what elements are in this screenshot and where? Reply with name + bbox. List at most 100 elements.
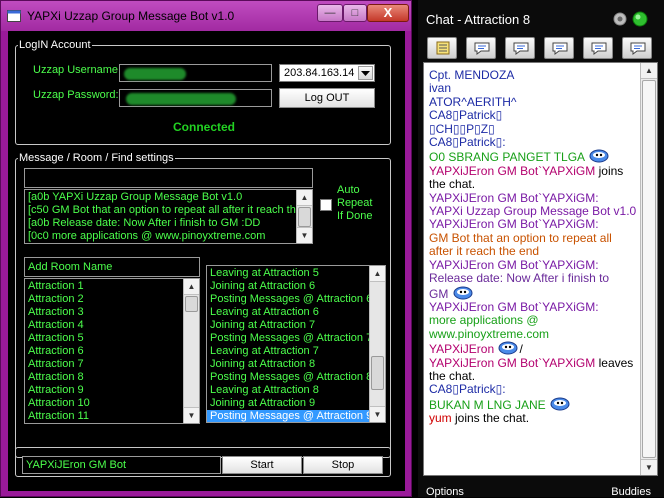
scroll-up-icon[interactable]: ▲	[641, 63, 657, 79]
room-list-scrollbar[interactable]: ▲ ▼	[183, 279, 199, 423]
chat-text: the chat.	[429, 368, 476, 383]
chat-line: YAPXiJEron GM Bot`YAPXiGM:	[429, 258, 639, 272]
room-list-item[interactable]: Attraction 9	[25, 384, 199, 397]
room-list-item[interactable]: Attraction 3	[25, 306, 199, 319]
room-list-item[interactable]: Attraction 2	[25, 293, 199, 306]
log-list-item[interactable]: Joining at Attraction 9	[207, 397, 385, 410]
minimize-button[interactable]: —	[317, 4, 343, 22]
log-list-item[interactable]: Joining at Attraction 6	[207, 280, 385, 293]
maximize-button[interactable]: □	[343, 4, 367, 22]
buddies-menu[interactable]: Buddies	[611, 486, 651, 498]
chat-line: ivan	[429, 82, 639, 95]
room-list-item[interactable]: Attraction 1	[25, 280, 199, 293]
message-list[interactable]: [a0b YAPXi Uzzap Group Message Bot v1.0[…	[24, 189, 313, 244]
options-menu[interactable]: Options	[426, 486, 464, 498]
log-list-item[interactable]: Joining at Attraction 7	[207, 319, 385, 332]
message-list-item[interactable]: [0c0 more applications @ www.pinoyxtreme…	[25, 230, 312, 243]
log-list-item[interactable]: Posting Messages @ Attraction 6	[207, 293, 385, 306]
auto-repeat-checkbox[interactable]	[320, 199, 332, 211]
password-label: Uzzap Password:	[33, 89, 119, 101]
scroll-up-icon[interactable]: ▲	[370, 266, 385, 282]
room-list-item[interactable]: Attraction 8	[25, 371, 199, 384]
toolbar-button[interactable]	[622, 37, 652, 59]
server-select[interactable]: 203.84.163.14	[279, 64, 375, 82]
chat-text: ivan	[429, 81, 452, 96]
chat-text: BUKAN M LNG JANE	[429, 397, 546, 412]
toolbar-button[interactable]	[466, 37, 496, 59]
stop-button[interactable]: Stop	[303, 456, 383, 474]
log-list-item[interactable]: Leaving at Attraction 7	[207, 345, 385, 358]
chat-text: GM Bot that an option to repeat all	[429, 230, 612, 245]
bot-name-field[interactable]: YAPXiJEron GM Bot	[22, 456, 221, 474]
start-button[interactable]: Start	[222, 456, 302, 474]
title-bar[interactable]: YAPXi Uzzap Group Message Bot v1.0 — □ X	[1, 1, 411, 31]
toolbar-button[interactable]	[505, 37, 535, 59]
redacted-username	[124, 68, 186, 80]
chat-log[interactable]: Cpt. MENDOZA ivan ATOR^AERITH^ CA8▯Patrick▯…	[423, 62, 658, 476]
chevron-down-icon[interactable]	[358, 66, 373, 80]
chat-line: after it reach the end	[429, 245, 639, 258]
log-list-item[interactable]: Leaving at Attraction 5	[207, 267, 385, 280]
log-list-item[interactable]: Posting Messages @ Attraction 9	[207, 410, 385, 422]
scroll-up-icon[interactable]: ▲	[297, 190, 312, 206]
log-list-item[interactable]: Leaving at Attraction 6	[207, 306, 385, 319]
scroll-down-icon[interactable]: ▼	[184, 407, 199, 423]
room-list-item[interactable]: Attraction 10	[25, 397, 199, 410]
chat-scrollbar[interactable]: ▲ ▼	[640, 63, 657, 475]
chat-text: YAPXiJEron GM Bot`YAPXiGM:	[429, 217, 599, 232]
speech-bubble-icon	[630, 42, 646, 55]
scroll-thumb[interactable]	[185, 296, 198, 312]
message-list-scrollbar[interactable]: ▲ ▼	[296, 190, 312, 243]
room-list-item[interactable]: Attraction 11	[25, 410, 199, 423]
scroll-down-icon[interactable]: ▼	[297, 227, 312, 243]
scroll-down-icon[interactable]: ▼	[641, 459, 657, 475]
activity-log-scrollbar[interactable]: ▲ ▼	[369, 266, 385, 422]
chat-suffix: joins the chat.	[451, 411, 530, 426]
chat-line: the chat.	[429, 368, 639, 383]
chat-text: www.pinoyxtreme.com	[429, 326, 550, 341]
chat-text: YAPXiJEron GM Bot`YAPXiGM:	[429, 299, 599, 314]
chat-line: O0 SBRANG PANGET TLGA	[429, 149, 639, 164]
chat-line: CA8▯Patrick▯:	[429, 383, 639, 396]
message-list-item[interactable]: [a0b Release date: Now After i finish to…	[25, 217, 312, 230]
scroll-thumb[interactable]	[371, 356, 384, 390]
activity-log[interactable]: Leaving at Attraction 5 Joining at Attrac…	[206, 265, 386, 423]
emoticon-icon	[453, 286, 473, 299]
chat-line: GM Bot that an option to repeat all	[429, 230, 639, 245]
logout-button[interactable]: Log OUT	[279, 88, 375, 108]
toolbar-button[interactable]	[583, 37, 613, 59]
username-field[interactable]	[119, 64, 272, 82]
chat-text: the chat.	[429, 177, 476, 192]
room-list-item[interactable]: Attraction 6	[25, 345, 199, 358]
room-list[interactable]: Attraction 1 Attraction 2 Attraction 3 Attr…	[24, 278, 200, 424]
speech-bubble-icon	[474, 42, 490, 55]
scroll-up-icon[interactable]: ▲	[184, 279, 199, 295]
password-field[interactable]	[119, 89, 272, 107]
add-room-input[interactable]: Add Room Name	[24, 257, 200, 277]
login-legend: LogIN Account	[19, 39, 91, 51]
redacted-password	[126, 93, 236, 105]
scroll-thumb[interactable]	[298, 207, 311, 227]
scroll-thumb[interactable]	[642, 80, 656, 458]
log-list-item[interactable]: Posting Messages @ Attraction 8	[207, 371, 385, 384]
chat-text: CA8▯Patrick▯:	[429, 382, 506, 397]
chat-line: more applications @	[429, 314, 639, 327]
close-button[interactable]: X	[367, 4, 409, 22]
message-list-item[interactable]: [c50 GM Bot that an option to repeat all…	[25, 204, 312, 217]
chat-text: YAPXiJEron GM Bot`YAPXiGM:	[429, 190, 599, 205]
auto-repeat-label: Auto Repeat If Done	[337, 184, 373, 222]
message-list-item[interactable]: [a0b YAPXi Uzzap Group Message Bot v1.0	[25, 191, 312, 204]
room-list-item[interactable]: Attraction 5	[25, 332, 199, 345]
chat-suffix: /	[519, 342, 523, 357]
chat-line: GM	[429, 286, 639, 301]
log-list-item[interactable]: Leaving at Attraction 8	[207, 384, 385, 397]
scroll-down-icon[interactable]: ▼	[370, 406, 385, 422]
toolbar-button[interactable]	[544, 37, 574, 59]
toolbar-button[interactable]	[427, 37, 457, 59]
speech-bubble-icon	[552, 42, 568, 55]
room-list-item[interactable]: Attraction 4	[25, 319, 199, 332]
log-list-item[interactable]: Posting Messages @ Attraction 7	[207, 332, 385, 345]
message-input[interactable]	[24, 168, 313, 188]
log-list-item[interactable]: Joining at Attraction 8	[207, 358, 385, 371]
room-list-item[interactable]: Attraction 7	[25, 358, 199, 371]
